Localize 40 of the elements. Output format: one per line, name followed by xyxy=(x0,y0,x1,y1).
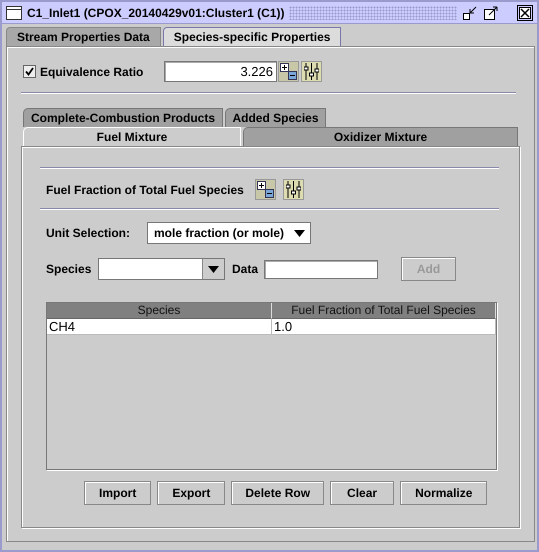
close-icon[interactable] xyxy=(517,4,533,20)
sliders-button[interactable] xyxy=(283,179,304,200)
sliders-icon xyxy=(286,181,301,198)
maximize-icon[interactable] xyxy=(483,4,499,20)
sliders-button[interactable] xyxy=(301,61,322,82)
action-button[interactable]: Clear xyxy=(330,481,394,505)
unit-dropdown[interactable]: mole fraction (or mole) xyxy=(147,222,311,244)
column-header[interactable]: Species xyxy=(47,303,272,319)
minimize-icon[interactable] xyxy=(462,4,478,20)
sliders-icon xyxy=(304,63,319,80)
plus-minus-icon xyxy=(257,181,274,198)
tab[interactable]: Complete-Combustion Products xyxy=(23,108,223,127)
equivalence-ratio-label: Equivalence Ratio xyxy=(40,64,144,78)
action-button[interactable]: Export xyxy=(157,481,226,505)
unit-selection-label: Unit Selection: xyxy=(46,226,132,240)
action-button[interactable]: Import xyxy=(84,481,152,505)
plus-minus-button[interactable] xyxy=(278,61,299,82)
caret-icon xyxy=(294,230,304,236)
tab[interactable]: Stream Properties Data xyxy=(6,27,161,46)
fuel-fraction-heading: Fuel Fraction of Total Fuel Species xyxy=(46,182,245,196)
window-title: C1_Inlet1 (CPOX_20140429v01:Cluster1 (C1)) xyxy=(27,6,284,20)
tab[interactable]: Oxidizer Mixture xyxy=(243,127,518,146)
table-cell: 1.0 xyxy=(272,319,496,335)
data-label: Data xyxy=(232,262,260,276)
action-button[interactable]: Delete Row xyxy=(231,481,324,505)
species-dropdown[interactable] xyxy=(98,258,225,280)
equivalence-ratio-field[interactable]: 3.226 xyxy=(164,61,277,82)
tab[interactable]: Fuel Mixture xyxy=(23,127,241,146)
table-cell: CH4 xyxy=(47,319,272,335)
plus-minus-icon xyxy=(280,63,297,80)
tab[interactable]: Species-specific Properties xyxy=(162,27,342,46)
checkbox[interactable] xyxy=(23,65,36,78)
caret-icon xyxy=(208,266,219,272)
tab[interactable]: Added Species xyxy=(225,108,326,127)
action-button[interactable]: Normalize xyxy=(400,481,488,505)
column-header[interactable]: Fuel Fraction of Total Fuel Species xyxy=(272,303,496,319)
window-icon xyxy=(6,6,22,20)
plus-minus-button[interactable] xyxy=(255,179,276,200)
species-label: Species xyxy=(46,262,92,276)
data-field[interactable] xyxy=(264,260,378,278)
